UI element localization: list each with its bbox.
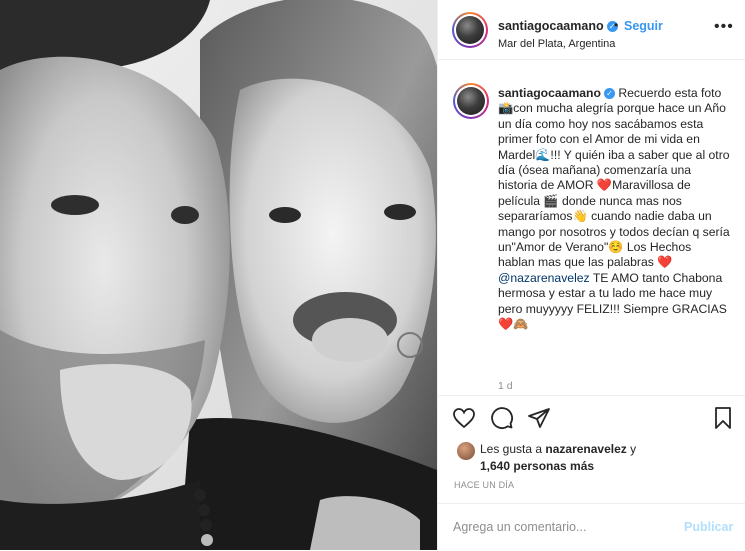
author-avatar[interactable] <box>452 12 488 48</box>
caption-author-avatar[interactable] <box>453 83 489 119</box>
likes-count[interactable]: 1,640 personas más <box>480 459 594 473</box>
liker-avatar[interactable] <box>456 441 476 461</box>
post-details-panel: santiagocaamano ✓ • Seguir Mar del Plata,… <box>437 0 745 550</box>
comment-input[interactable] <box>453 517 663 537</box>
more-options-icon[interactable]: ••• <box>714 19 734 35</box>
post-photo[interactable] <box>0 0 437 550</box>
caption-text: santiagocaamano ✓ Recuerdo esta foto 📸con… <box>498 86 730 333</box>
heart-outline-icon[interactable] <box>452 406 476 430</box>
liker-username[interactable]: nazarenavelez <box>545 442 626 456</box>
publish-button[interactable]: Publicar <box>684 520 733 534</box>
caption-mention-link[interactable]: @nazarenavelez <box>498 271 590 285</box>
post-location[interactable]: Mar del Plata, Argentina <box>498 38 615 50</box>
comment-bubble-icon[interactable] <box>490 406 514 430</box>
separator-dot: • <box>614 18 619 32</box>
verified-badge-icon: ✓ <box>603 88 615 100</box>
post-timestamp[interactable]: HACE UN DÍA <box>454 480 514 490</box>
post-actions: Les gusta a nazarenavelez y 1,640 person… <box>438 395 745 550</box>
post-photo-illustration <box>0 0 437 550</box>
follow-button[interactable]: Seguir <box>624 19 663 33</box>
caption-body-1: Recuerdo esta foto 📸con mucha alegría po… <box>498 86 730 270</box>
author-username[interactable]: santiagocaamano ✓ <box>498 19 618 33</box>
comment-bar: Publicar <box>438 503 745 551</box>
paper-plane-icon[interactable] <box>527 406 551 430</box>
post-header: santiagocaamano ✓ • Seguir Mar del Plata,… <box>438 0 745 60</box>
likes-summary: Les gusta a nazarenavelez y <box>480 442 637 456</box>
bookmark-icon[interactable] <box>712 406 734 430</box>
caption-time[interactable]: 1 d <box>498 380 513 392</box>
caption-username[interactable]: santiagocaamano ✓ <box>498 86 615 100</box>
